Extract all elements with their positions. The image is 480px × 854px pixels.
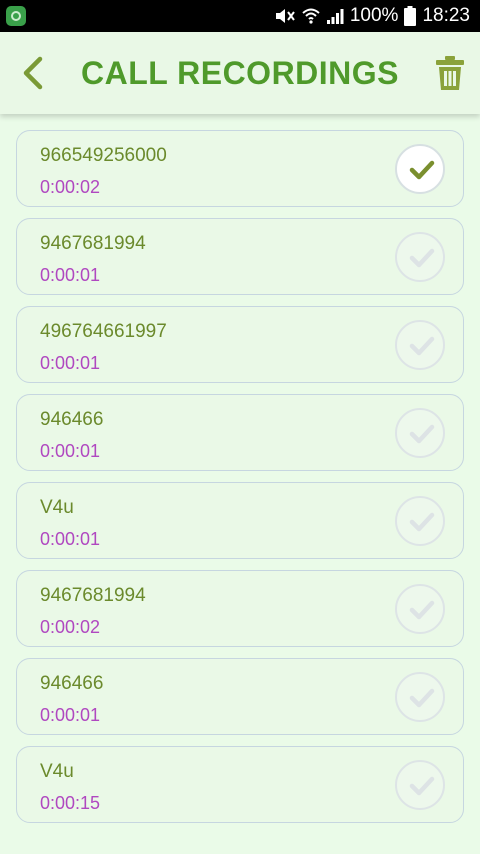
app-bar: CALL RECORDINGS — [0, 32, 480, 114]
select-checkbox[interactable] — [395, 496, 445, 546]
trash-icon — [436, 56, 464, 90]
delete-button[interactable] — [434, 54, 466, 92]
status-bar: 100% 18:23 — [0, 0, 480, 32]
mute-icon — [274, 7, 296, 25]
app-notification-icon — [6, 6, 26, 26]
select-checkbox[interactable] — [395, 320, 445, 370]
page-title: CALL RECORDINGS — [80, 55, 400, 91]
checkmark-icon — [409, 600, 435, 620]
recording-duration: 0:00:01 — [40, 529, 101, 549]
recording-item[interactable]: 9467681994 0:00:01 — [16, 218, 464, 295]
select-checkbox[interactable] — [395, 408, 445, 458]
recording-duration: 0:00:01 — [40, 441, 101, 461]
recording-name: 946466 — [40, 673, 104, 694]
status-indicators: 100% 18:23 — [274, 0, 470, 32]
recording-duration: 0:00:15 — [40, 793, 101, 813]
recording-duration: 0:00:01 — [40, 265, 101, 285]
wifi-icon — [302, 7, 320, 25]
checkmark-icon — [409, 512, 435, 532]
checkmark-icon — [409, 688, 435, 708]
select-checkbox[interactable] — [395, 144, 445, 194]
checkmark-icon — [409, 160, 435, 180]
recording-item[interactable]: 946466 0:00:01 — [16, 658, 464, 735]
recording-list: 966549256000 0:00:02 9467681994 0:00:01 4967… — [16, 130, 464, 834]
checkmark-icon — [409, 776, 435, 796]
recording-name: 496764661997 — [40, 321, 167, 342]
recording-item[interactable]: 946466 0:00:01 — [16, 394, 464, 471]
recording-item[interactable]: 9467681994 0:00:02 — [16, 570, 464, 647]
recording-name: 966549256000 — [40, 145, 167, 166]
signal-icon — [326, 7, 344, 25]
select-checkbox[interactable] — [395, 672, 445, 722]
recording-duration: 0:00:02 — [40, 617, 101, 637]
select-checkbox[interactable] — [395, 760, 445, 810]
recording-name: 9467681994 — [40, 233, 146, 254]
recording-item[interactable]: V4u 0:00:01 — [16, 482, 464, 559]
battery-percent: 100% — [349, 5, 399, 26]
recording-item[interactable]: 496764661997 0:00:01 — [16, 306, 464, 383]
recording-item[interactable]: V4u 0:00:15 — [16, 746, 464, 823]
checkmark-icon — [409, 424, 435, 444]
recording-name: V4u — [40, 497, 74, 518]
recording-name: V4u — [40, 761, 74, 782]
checkmark-icon — [409, 248, 435, 268]
recording-duration: 0:00:01 — [40, 353, 101, 373]
recording-name: 946466 — [40, 409, 104, 430]
recording-name: 9467681994 — [40, 585, 146, 606]
recording-item[interactable]: 966549256000 0:00:02 — [16, 130, 464, 207]
checkmark-icon — [409, 336, 435, 356]
recording-duration: 0:00:02 — [40, 177, 101, 197]
select-checkbox[interactable] — [395, 232, 445, 282]
clock: 18:23 — [422, 5, 470, 26]
battery-icon — [404, 6, 417, 26]
select-checkbox[interactable] — [395, 584, 445, 634]
recording-duration: 0:00:01 — [40, 705, 101, 725]
